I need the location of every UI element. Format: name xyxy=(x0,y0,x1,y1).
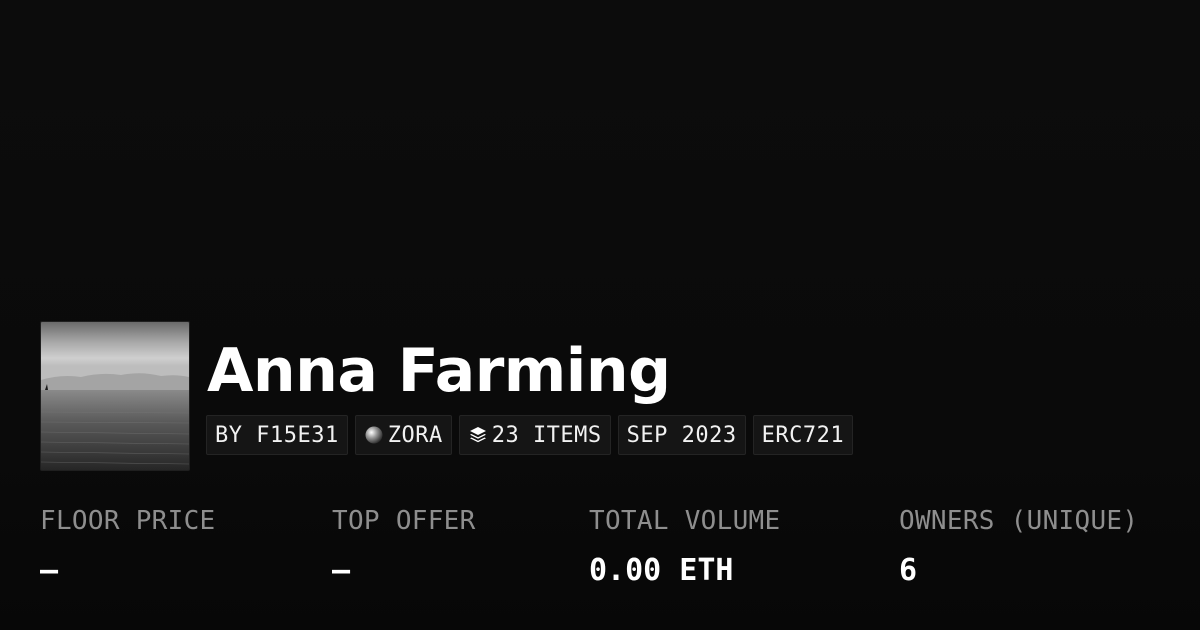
collection-tags: BY F15E31 ZORA 23 ITEMS SEP 2023 ERC721 xyxy=(206,415,854,455)
zora-orb-icon xyxy=(364,425,384,445)
collection-share-card: Anna Farming BY F15E31 ZORA 23 ITEMS SEP… xyxy=(0,0,1200,630)
stat-label: TOTAL VOLUME xyxy=(589,506,781,536)
stat-label: FLOOR PRICE xyxy=(40,506,216,536)
floor-price-stat: FLOOR PRICE – xyxy=(40,505,216,587)
items-tag-label: 23 ITEMS xyxy=(491,422,602,448)
creator-tag[interactable]: BY F15E31 xyxy=(206,415,348,455)
seascape-image xyxy=(41,322,189,470)
date-tag: SEP 2023 xyxy=(617,415,746,455)
layers-icon xyxy=(468,425,488,445)
collection-stats: FLOOR PRICE – TOP OFFER – TOTAL VOLUME 0… xyxy=(40,505,1180,595)
collection-thumbnail[interactable] xyxy=(40,321,190,471)
standard-tag: ERC721 xyxy=(752,415,854,455)
collection-header: Anna Farming BY F15E31 ZORA 23 ITEMS SEP… xyxy=(40,321,1160,471)
total-volume-stat: TOTAL VOLUME 0.00 ETH xyxy=(589,505,780,587)
stat-label: TOP OFFER xyxy=(332,506,476,536)
stat-value: – xyxy=(332,553,351,588)
stat-label: OWNERS (UNIQUE) xyxy=(899,506,1139,536)
network-tag[interactable]: ZORA xyxy=(354,415,452,455)
date-tag-label: SEP 2023 xyxy=(626,422,737,448)
network-tag-label: ZORA xyxy=(387,422,443,448)
stat-value: 0.00 ETH xyxy=(589,553,734,588)
standard-tag-label: ERC721 xyxy=(761,422,845,448)
owners-stat: OWNERS (UNIQUE) 6 xyxy=(899,505,1138,587)
collection-title: Anna Farming xyxy=(207,336,671,406)
creator-tag-label: BY F15E31 xyxy=(215,422,339,448)
items-tag[interactable]: 23 ITEMS xyxy=(458,415,611,455)
top-offer-stat: TOP OFFER – xyxy=(332,505,476,587)
stat-value: 6 xyxy=(899,553,918,588)
stat-value: – xyxy=(40,553,59,588)
